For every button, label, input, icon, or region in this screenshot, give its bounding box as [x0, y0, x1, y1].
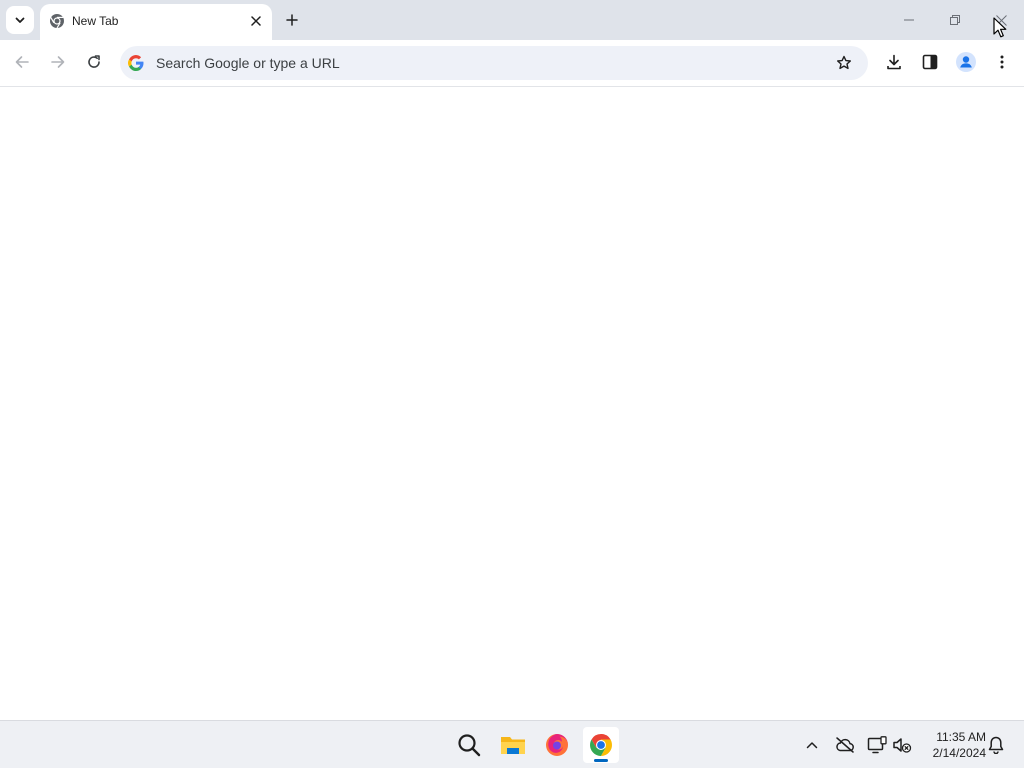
firefox-icon: [545, 733, 569, 757]
taskbar-clock[interactable]: 11:35 AM 2/14/2024: [920, 729, 986, 761]
close-window-button[interactable]: [978, 0, 1024, 40]
arrow-right-icon: [50, 54, 66, 70]
taskbar-file-explorer[interactable]: [495, 727, 531, 763]
taskbar: 11:35 AM 2/14/2024: [0, 720, 1024, 768]
network-tray-button[interactable]: [865, 733, 889, 757]
download-icon: [886, 54, 902, 70]
tab-strip: New Tab: [0, 0, 1024, 40]
running-indicator: [594, 759, 608, 762]
chrome-favicon-icon: [49, 13, 65, 29]
cloud-off-icon: [835, 737, 855, 753]
search-icon: [457, 733, 481, 757]
tab-close-button[interactable]: [246, 11, 266, 31]
menu-button[interactable]: [988, 48, 1016, 76]
chrome-icon: [589, 733, 613, 757]
bookmark-star-button[interactable]: [832, 51, 856, 75]
speaker-muted-icon: [892, 736, 912, 754]
onedrive-tray-button[interactable]: [833, 733, 857, 757]
reload-button[interactable]: [80, 48, 108, 76]
back-button[interactable]: [8, 48, 36, 76]
address-input[interactable]: [156, 46, 816, 80]
show-hidden-icons-button[interactable]: [800, 733, 824, 757]
tab-search-button[interactable]: [6, 6, 34, 34]
browser-toolbar: [0, 40, 1024, 87]
side-panel-button[interactable]: [916, 48, 944, 76]
notifications-button[interactable]: [984, 733, 1008, 757]
taskbar-search-button[interactable]: [451, 727, 487, 763]
taskbar-firefox[interactable]: [539, 727, 575, 763]
close-icon: [995, 14, 1007, 26]
file-explorer-icon: [500, 733, 526, 757]
taskbar-chrome[interactable]: [583, 727, 619, 763]
forward-button[interactable]: [44, 48, 72, 76]
avatar-icon: [956, 52, 976, 72]
restore-icon: [950, 15, 960, 25]
downloads-button[interactable]: [880, 48, 908, 76]
arrow-left-icon: [14, 54, 30, 70]
profile-button[interactable]: [952, 48, 980, 76]
minimize-button[interactable]: [886, 0, 932, 40]
omnibox[interactable]: [120, 46, 868, 80]
restore-button[interactable]: [932, 0, 978, 40]
minimize-icon: [904, 15, 914, 25]
reload-icon: [86, 54, 102, 70]
volume-tray-button[interactable]: [890, 733, 914, 757]
more-vertical-icon: [994, 54, 1010, 70]
star-icon: [836, 55, 852, 71]
network-icon: [867, 736, 887, 754]
google-g-icon: [128, 55, 144, 71]
chevron-down-icon: [14, 14, 26, 26]
side-panel-icon: [922, 54, 938, 70]
new-tab-button[interactable]: [280, 8, 304, 32]
tab-title: New Tab: [72, 14, 119, 28]
clock-time: 11:35 AM: [936, 730, 986, 744]
clock-date: 2/14/2024: [932, 746, 986, 760]
close-icon: [251, 16, 261, 26]
chevron-up-icon: [805, 738, 819, 752]
bell-icon: [988, 736, 1004, 754]
plus-icon: [286, 14, 298, 26]
page-content: [0, 87, 1024, 720]
tab-new-tab[interactable]: New Tab: [40, 4, 272, 40]
